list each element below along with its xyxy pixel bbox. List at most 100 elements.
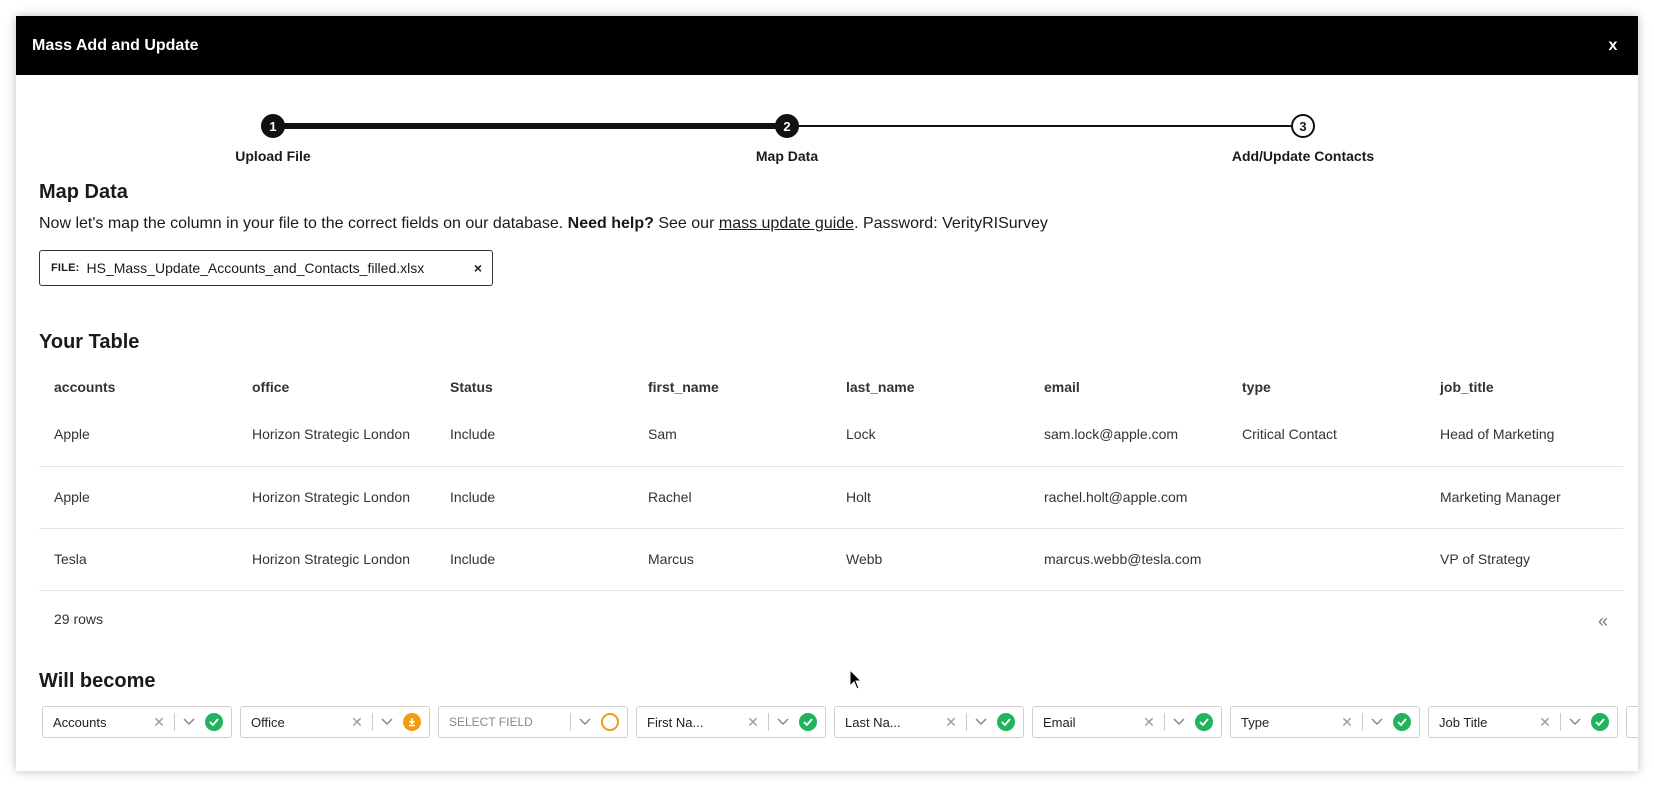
clear-icon[interactable]: ✕ — [744, 714, 762, 731]
table-cell: Head of Marketing — [1425, 404, 1623, 467]
table-cell: marcus.webb@tesla.com — [1029, 528, 1227, 591]
mapping-select-status[interactable]: SELECT FIELD — [438, 706, 628, 738]
mouse-pointer-icon — [849, 669, 863, 690]
pending-circle-icon — [601, 713, 619, 731]
check-circle-icon — [997, 713, 1015, 731]
table-cell: Horizon Strategic London — [237, 466, 435, 529]
stepper-progress-remaining — [787, 125, 1303, 127]
content: Map Data Now let's map the column in you… — [39, 181, 1638, 738]
intro-text: Now let's map the column in your file to… — [39, 215, 1623, 233]
column-header: email — [1044, 379, 1080, 395]
column-header: accounts — [54, 379, 116, 395]
table-cell: Include — [435, 528, 633, 591]
mapping-select-accounts[interactable]: Accounts ✕ — [42, 706, 232, 738]
separator — [372, 713, 373, 731]
check-circle-icon — [205, 713, 223, 731]
file-label: FILE: — [51, 262, 80, 274]
mapping-placeholder: SELECT FIELD — [449, 715, 533, 729]
mapping-select-email[interactable]: Email ✕ — [1032, 706, 1222, 738]
separator — [1164, 713, 1165, 731]
step-1-circle: 1 — [261, 114, 285, 138]
preview-table: accounts office Status first_name last_n… — [39, 370, 1623, 591]
mass-add-update-modal: Mass Add and Update x 1 Upload File 2 Ma… — [16, 16, 1638, 771]
mapping-value: Job Title — [1439, 714, 1488, 730]
check-circle-icon — [1591, 713, 1609, 731]
step-2-label: Map Data — [755, 148, 819, 164]
stepper-progress-completed — [273, 123, 787, 129]
chevron-down-icon[interactable] — [1567, 714, 1583, 730]
separator — [174, 713, 175, 731]
column-header: Status — [450, 379, 493, 395]
mapping-value: First Na... — [647, 714, 704, 730]
table-cell: Rachel — [633, 466, 831, 529]
check-circle-icon — [1393, 713, 1411, 731]
mapping-select-job-title[interactable]: Job Title ✕ — [1428, 706, 1618, 738]
file-chip: FILE: HS_Mass_Update_Accounts_and_Contac… — [39, 250, 493, 286]
table-cell: Holt — [831, 466, 1029, 529]
table-cell: Tesla — [39, 528, 237, 591]
close-button[interactable]: x — [1603, 37, 1623, 55]
will-become-heading: Will become — [39, 670, 156, 692]
intro-end: . Password: VerityRISurvey — [854, 215, 1048, 232]
warning-icon — [403, 713, 421, 731]
table-cell: sam.lock@apple.com — [1029, 404, 1227, 467]
modal-title: Mass Add and Update — [32, 36, 199, 54]
separator — [1560, 713, 1561, 731]
step-2-circle: 2 — [775, 114, 799, 138]
step-1-label: Upload File — [235, 148, 311, 164]
stepper: 1 Upload File 2 Map Data 3 Add/Update Co… — [16, 75, 1638, 165]
remove-file-button[interactable]: × — [474, 260, 482, 276]
table-cell: Lock — [831, 404, 1029, 467]
intro-see: See our — [658, 215, 715, 232]
separator — [570, 713, 571, 731]
clear-icon[interactable]: ✕ — [1536, 714, 1554, 731]
pager-first-button[interactable]: « — [1598, 611, 1608, 632]
mass-update-guide-link[interactable]: mass update guide — [719, 215, 854, 232]
chevron-down-icon[interactable] — [379, 714, 395, 730]
mapping-select-type[interactable]: Type ✕ — [1230, 706, 1420, 738]
chevron-down-icon[interactable] — [1171, 714, 1187, 730]
mapping-value: Accounts — [53, 714, 107, 730]
step-3-circle: 3 — [1291, 114, 1315, 138]
table-cell: Apple — [39, 404, 237, 467]
your-table-heading: Your Table — [39, 331, 140, 353]
clear-icon[interactable]: ✕ — [150, 714, 168, 731]
table-footer: 29 rows « — [39, 611, 1623, 632]
separator — [768, 713, 769, 731]
clear-icon[interactable]: ✕ — [942, 714, 960, 731]
table-row: Tesla Horizon Strategic London Include M… — [39, 528, 1623, 591]
step-3-label: Add/Update Contacts — [1231, 148, 1375, 164]
table-cell — [1227, 528, 1425, 591]
clear-icon[interactable]: ✕ — [1140, 714, 1158, 731]
table-cell: Marketing Manager — [1425, 466, 1623, 529]
separator — [1362, 713, 1363, 731]
chevron-down-icon[interactable] — [181, 714, 197, 730]
mapping-select-office[interactable]: Office ✕ — [240, 706, 430, 738]
intro-need-help: Need help? — [567, 215, 654, 232]
column-header: job_title — [1440, 379, 1494, 395]
column-header: last_name — [846, 379, 915, 395]
table-row: Apple Horizon Strategic London Include S… — [39, 404, 1623, 467]
chevron-down-icon[interactable] — [577, 714, 593, 730]
table-cell: Include — [435, 466, 633, 529]
column-header: first_name — [648, 379, 719, 395]
mapping-select-first-name[interactable]: First Na... ✕ — [636, 706, 826, 738]
table-cell: Include — [435, 404, 633, 467]
chevron-down-icon[interactable] — [775, 714, 791, 730]
mapping-value: Type — [1241, 714, 1270, 730]
check-circle-icon — [799, 713, 817, 731]
column-header: type — [1242, 379, 1271, 395]
chevron-down-icon[interactable] — [973, 714, 989, 730]
mapping-select-last-name[interactable]: Last Na... ✕ — [834, 706, 1024, 738]
table-cell: Horizon Strategic London — [237, 404, 435, 467]
chevron-down-icon[interactable] — [1369, 714, 1385, 730]
file-name: HS_Mass_Update_Accounts_and_Contacts_fil… — [86, 260, 425, 276]
clear-icon[interactable]: ✕ — [348, 714, 366, 731]
mapping-row: Accounts ✕ Office ✕ SELECT FIELD First N… — [42, 706, 1638, 738]
mapping-select-overflow[interactable] — [1626, 706, 1638, 738]
table-cell: Webb — [831, 528, 1029, 591]
table-cell: Sam — [633, 404, 831, 467]
table-cell: rachel.holt@apple.com — [1029, 466, 1227, 529]
clear-icon[interactable]: ✕ — [1338, 714, 1356, 731]
table-cell: Horizon Strategic London — [237, 528, 435, 591]
